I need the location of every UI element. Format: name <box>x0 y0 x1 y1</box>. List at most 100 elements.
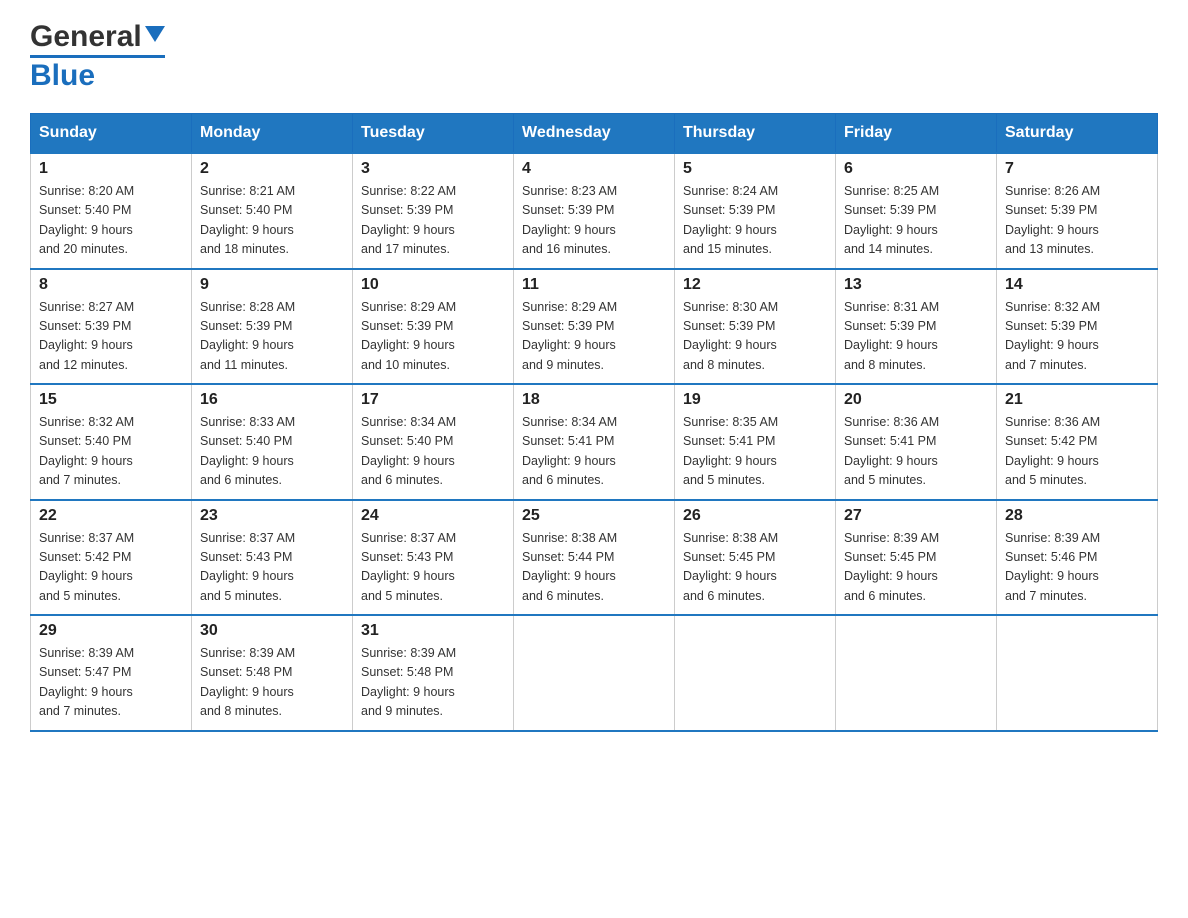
day-number: 4 <box>522 160 666 178</box>
day-info: Sunrise: 8:24 AMSunset: 5:39 PMDaylight:… <box>683 184 778 256</box>
day-info: Sunrise: 8:27 AMSunset: 5:39 PMDaylight:… <box>39 300 134 372</box>
calendar-cell: 22 Sunrise: 8:37 AMSunset: 5:42 PMDaylig… <box>31 500 192 616</box>
day-info: Sunrise: 8:29 AMSunset: 5:39 PMDaylight:… <box>361 300 456 372</box>
day-info: Sunrise: 8:39 AMSunset: 5:47 PMDaylight:… <box>39 646 134 718</box>
day-info: Sunrise: 8:35 AMSunset: 5:41 PMDaylight:… <box>683 415 778 487</box>
day-info: Sunrise: 8:36 AMSunset: 5:41 PMDaylight:… <box>844 415 939 487</box>
calendar-cell: 28 Sunrise: 8:39 AMSunset: 5:46 PMDaylig… <box>997 500 1158 616</box>
day-info: Sunrise: 8:34 AMSunset: 5:41 PMDaylight:… <box>522 415 617 487</box>
day-number: 31 <box>361 622 505 640</box>
calendar-cell: 9 Sunrise: 8:28 AMSunset: 5:39 PMDayligh… <box>192 269 353 385</box>
calendar-cell: 13 Sunrise: 8:31 AMSunset: 5:39 PMDaylig… <box>836 269 997 385</box>
day-number: 29 <box>39 622 183 640</box>
day-number: 27 <box>844 507 988 525</box>
calendar-cell: 21 Sunrise: 8:36 AMSunset: 5:42 PMDaylig… <box>997 384 1158 500</box>
calendar-cell: 29 Sunrise: 8:39 AMSunset: 5:47 PMDaylig… <box>31 615 192 731</box>
day-number: 10 <box>361 276 505 294</box>
day-info: Sunrise: 8:28 AMSunset: 5:39 PMDaylight:… <box>200 300 295 372</box>
day-info: Sunrise: 8:37 AMSunset: 5:43 PMDaylight:… <box>361 531 456 603</box>
day-info: Sunrise: 8:26 AMSunset: 5:39 PMDaylight:… <box>1005 184 1100 256</box>
day-info: Sunrise: 8:39 AMSunset: 5:46 PMDaylight:… <box>1005 531 1100 603</box>
calendar-cell: 8 Sunrise: 8:27 AMSunset: 5:39 PMDayligh… <box>31 269 192 385</box>
day-info: Sunrise: 8:34 AMSunset: 5:40 PMDaylight:… <box>361 415 456 487</box>
calendar-cell: 6 Sunrise: 8:25 AMSunset: 5:39 PMDayligh… <box>836 153 997 269</box>
calendar-cell <box>675 615 836 731</box>
calendar-cell: 18 Sunrise: 8:34 AMSunset: 5:41 PMDaylig… <box>514 384 675 500</box>
calendar-cell: 2 Sunrise: 8:21 AMSunset: 5:40 PMDayligh… <box>192 153 353 269</box>
day-number: 30 <box>200 622 344 640</box>
day-number: 23 <box>200 507 344 525</box>
day-number: 19 <box>683 391 827 409</box>
day-info: Sunrise: 8:37 AMSunset: 5:43 PMDaylight:… <box>200 531 295 603</box>
page-header: General Blue <box>30 20 1158 93</box>
logo-general-text: General <box>30 20 142 54</box>
calendar-week-row: 8 Sunrise: 8:27 AMSunset: 5:39 PMDayligh… <box>31 269 1158 385</box>
weekday-header: Thursday <box>675 114 836 154</box>
day-number: 28 <box>1005 507 1149 525</box>
day-info: Sunrise: 8:29 AMSunset: 5:39 PMDaylight:… <box>522 300 617 372</box>
weekday-header: Sunday <box>31 114 192 154</box>
day-info: Sunrise: 8:39 AMSunset: 5:48 PMDaylight:… <box>361 646 456 718</box>
calendar-table: SundayMondayTuesdayWednesdayThursdayFrid… <box>30 113 1158 732</box>
day-number: 5 <box>683 160 827 178</box>
day-info: Sunrise: 8:32 AMSunset: 5:40 PMDaylight:… <box>39 415 134 487</box>
logo-triangle-icon <box>145 26 165 47</box>
day-info: Sunrise: 8:31 AMSunset: 5:39 PMDaylight:… <box>844 300 939 372</box>
day-info: Sunrise: 8:37 AMSunset: 5:42 PMDaylight:… <box>39 531 134 603</box>
logo-blue-text: Blue <box>30 59 95 93</box>
day-number: 20 <box>844 391 988 409</box>
weekday-header: Monday <box>192 114 353 154</box>
calendar-week-row: 15 Sunrise: 8:32 AMSunset: 5:40 PMDaylig… <box>31 384 1158 500</box>
weekday-header: Saturday <box>997 114 1158 154</box>
calendar-cell: 30 Sunrise: 8:39 AMSunset: 5:48 PMDaylig… <box>192 615 353 731</box>
day-number: 18 <box>522 391 666 409</box>
calendar-week-row: 1 Sunrise: 8:20 AMSunset: 5:40 PMDayligh… <box>31 153 1158 269</box>
day-number: 3 <box>361 160 505 178</box>
weekday-header-row: SundayMondayTuesdayWednesdayThursdayFrid… <box>31 114 1158 154</box>
calendar-cell: 20 Sunrise: 8:36 AMSunset: 5:41 PMDaylig… <box>836 384 997 500</box>
day-number: 6 <box>844 160 988 178</box>
day-number: 7 <box>1005 160 1149 178</box>
calendar-cell: 11 Sunrise: 8:29 AMSunset: 5:39 PMDaylig… <box>514 269 675 385</box>
day-info: Sunrise: 8:32 AMSunset: 5:39 PMDaylight:… <box>1005 300 1100 372</box>
day-number: 21 <box>1005 391 1149 409</box>
calendar-cell: 16 Sunrise: 8:33 AMSunset: 5:40 PMDaylig… <box>192 384 353 500</box>
day-number: 15 <box>39 391 183 409</box>
calendar-cell <box>836 615 997 731</box>
day-info: Sunrise: 8:38 AMSunset: 5:44 PMDaylight:… <box>522 531 617 603</box>
calendar-cell: 7 Sunrise: 8:26 AMSunset: 5:39 PMDayligh… <box>997 153 1158 269</box>
day-number: 9 <box>200 276 344 294</box>
day-info: Sunrise: 8:20 AMSunset: 5:40 PMDaylight:… <box>39 184 134 256</box>
calendar-cell: 19 Sunrise: 8:35 AMSunset: 5:41 PMDaylig… <box>675 384 836 500</box>
calendar-cell <box>514 615 675 731</box>
calendar-cell: 15 Sunrise: 8:32 AMSunset: 5:40 PMDaylig… <box>31 384 192 500</box>
calendar-cell: 17 Sunrise: 8:34 AMSunset: 5:40 PMDaylig… <box>353 384 514 500</box>
day-number: 25 <box>522 507 666 525</box>
calendar-week-row: 22 Sunrise: 8:37 AMSunset: 5:42 PMDaylig… <box>31 500 1158 616</box>
calendar-cell: 5 Sunrise: 8:24 AMSunset: 5:39 PMDayligh… <box>675 153 836 269</box>
day-number: 12 <box>683 276 827 294</box>
weekday-header: Friday <box>836 114 997 154</box>
day-number: 13 <box>844 276 988 294</box>
weekday-header: Wednesday <box>514 114 675 154</box>
day-number: 17 <box>361 391 505 409</box>
calendar-cell: 10 Sunrise: 8:29 AMSunset: 5:39 PMDaylig… <box>353 269 514 385</box>
calendar-week-row: 29 Sunrise: 8:39 AMSunset: 5:47 PMDaylig… <box>31 615 1158 731</box>
calendar-cell: 27 Sunrise: 8:39 AMSunset: 5:45 PMDaylig… <box>836 500 997 616</box>
day-number: 8 <box>39 276 183 294</box>
calendar-cell: 3 Sunrise: 8:22 AMSunset: 5:39 PMDayligh… <box>353 153 514 269</box>
day-info: Sunrise: 8:25 AMSunset: 5:39 PMDaylight:… <box>844 184 939 256</box>
day-number: 11 <box>522 276 666 294</box>
day-info: Sunrise: 8:39 AMSunset: 5:48 PMDaylight:… <box>200 646 295 718</box>
calendar-cell: 24 Sunrise: 8:37 AMSunset: 5:43 PMDaylig… <box>353 500 514 616</box>
calendar-cell: 31 Sunrise: 8:39 AMSunset: 5:48 PMDaylig… <box>353 615 514 731</box>
day-number: 1 <box>39 160 183 178</box>
logo: General Blue <box>30 20 165 93</box>
day-number: 14 <box>1005 276 1149 294</box>
day-info: Sunrise: 8:39 AMSunset: 5:45 PMDaylight:… <box>844 531 939 603</box>
calendar-cell: 12 Sunrise: 8:30 AMSunset: 5:39 PMDaylig… <box>675 269 836 385</box>
weekday-header: Tuesday <box>353 114 514 154</box>
day-info: Sunrise: 8:23 AMSunset: 5:39 PMDaylight:… <box>522 184 617 256</box>
day-info: Sunrise: 8:30 AMSunset: 5:39 PMDaylight:… <box>683 300 778 372</box>
day-number: 26 <box>683 507 827 525</box>
